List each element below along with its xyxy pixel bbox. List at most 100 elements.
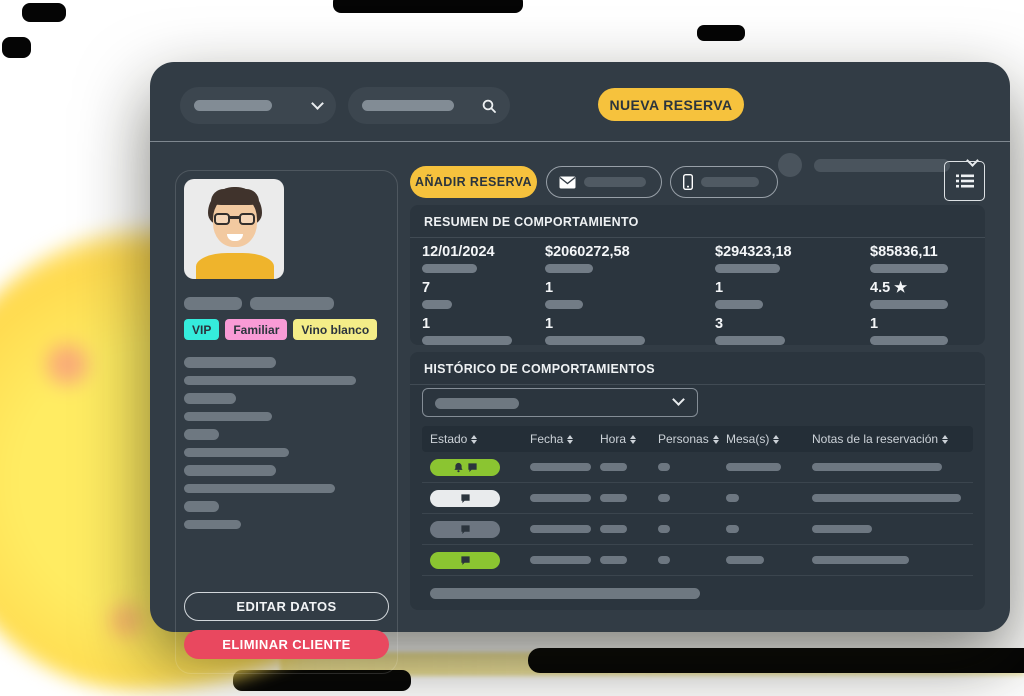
stat-label-placeholder xyxy=(715,300,763,309)
hora-placeholder xyxy=(600,556,627,564)
phone-icon xyxy=(683,174,693,190)
client-tag[interactable]: Vino blanco xyxy=(293,319,377,340)
column-header-fecha[interactable]: Fecha xyxy=(530,432,600,446)
client-tag[interactable]: Familiar xyxy=(225,319,287,340)
table-row[interactable] xyxy=(422,452,973,483)
detail-placeholder xyxy=(184,520,241,529)
client-details xyxy=(184,357,389,537)
pagination-placeholder[interactable] xyxy=(430,588,700,599)
summary-stat: 12/01/2024 xyxy=(422,244,545,273)
sort-icon xyxy=(773,435,779,444)
table-row[interactable] xyxy=(422,483,973,514)
mail-icon xyxy=(559,176,576,189)
fecha-placeholder xyxy=(530,525,591,533)
column-label: Mesa(s) xyxy=(726,432,769,446)
page: { "topbar": { "new_reservation_button": … xyxy=(0,0,1024,696)
summary-stat: $294323,18 xyxy=(715,244,870,273)
sort-icon xyxy=(942,435,948,444)
decorative-shape xyxy=(333,0,523,13)
fecha-placeholder xyxy=(530,463,591,471)
add-reservation-button[interactable]: AÑADIR RESERVA xyxy=(410,166,537,198)
photo-hair xyxy=(211,189,259,205)
search-icon xyxy=(482,99,496,113)
stat-value: 12/01/2024 xyxy=(422,244,545,260)
stat-value: 1 xyxy=(422,316,545,332)
summary-stat: 1 xyxy=(422,316,545,345)
new-reservation-button[interactable]: NUEVA RESERVA xyxy=(598,88,744,121)
client-name-placeholder xyxy=(184,297,242,310)
stat-value: 1 xyxy=(870,316,985,332)
reservations-table: EstadoFechaHoraPersonas Mesa(s) Notas de l… xyxy=(422,426,973,576)
personas-placeholder xyxy=(658,556,670,564)
stat-label-placeholder xyxy=(545,264,593,273)
placeholder-text xyxy=(362,100,454,111)
photo-shirt xyxy=(196,253,274,279)
client-phone-field[interactable] xyxy=(670,166,778,198)
status-badge-confirmed[interactable] xyxy=(430,552,500,569)
phone-placeholder xyxy=(701,177,759,187)
detail-placeholder xyxy=(184,484,335,493)
history-title: HISTÓRICO DE COMPORTAMIENTOS xyxy=(410,352,985,384)
mesa-placeholder xyxy=(726,494,739,502)
client-email-field[interactable] xyxy=(546,166,662,198)
column-header-notas-de-la-reservaci-n[interactable]: Notas de la reservación xyxy=(812,432,973,446)
divider xyxy=(410,384,985,385)
stat-value: $2060272,58 xyxy=(545,244,715,260)
column-header-mesa-s-[interactable]: Mesa(s) xyxy=(726,432,812,446)
stat-value: 1 xyxy=(545,316,715,332)
detail-placeholder xyxy=(184,357,276,368)
edit-client-button[interactable]: EDITAR DATOS xyxy=(184,592,389,621)
stat-label-placeholder xyxy=(870,300,948,309)
status-badge-muted[interactable] xyxy=(430,521,500,538)
stat-value: $294323,18 xyxy=(715,244,870,260)
summary-stats: 12/01/2024$2060272,58$294323,18$85836,11… xyxy=(410,238,985,352)
stat-label-placeholder xyxy=(545,336,645,345)
chat-icon xyxy=(460,524,471,535)
detail-placeholder xyxy=(184,448,289,457)
status-badge-confirmed[interactable] xyxy=(430,459,500,476)
mesa-placeholder xyxy=(726,525,739,533)
user-avatar[interactable] xyxy=(778,153,802,177)
stat-label-placeholder xyxy=(870,336,948,345)
client-tag[interactable]: VIP xyxy=(184,319,219,340)
stat-label-placeholder xyxy=(545,300,583,309)
personas-placeholder xyxy=(658,463,670,471)
stat-label-placeholder xyxy=(422,264,477,273)
stat-value: 4.5 ★ xyxy=(870,280,985,296)
placeholder-text xyxy=(194,100,272,111)
placeholder-text xyxy=(435,398,519,409)
column-label: Personas xyxy=(658,432,709,446)
notas-placeholder xyxy=(812,494,961,502)
personas-placeholder xyxy=(658,494,670,502)
column-label: Notas de la reservación xyxy=(812,432,938,446)
table-row[interactable] xyxy=(422,514,973,545)
detail-placeholder xyxy=(184,501,219,512)
hora-placeholder xyxy=(600,525,627,533)
chat-icon xyxy=(467,462,478,473)
filter-dropdown[interactable] xyxy=(180,87,336,124)
summary-stat: $2060272,58 xyxy=(545,244,715,273)
hora-placeholder xyxy=(600,494,627,502)
photo-glasses xyxy=(239,213,255,225)
decorative-shape xyxy=(2,37,31,58)
sort-icon xyxy=(713,435,719,444)
detail-placeholder xyxy=(184,393,236,404)
history-filter-dropdown[interactable] xyxy=(422,388,698,417)
column-header-hora[interactable]: Hora xyxy=(600,432,658,446)
column-header-estado[interactable]: Estado xyxy=(430,432,530,446)
stat-label-placeholder xyxy=(422,336,512,345)
detail-placeholder xyxy=(184,429,219,440)
table-row[interactable] xyxy=(422,545,973,576)
list-view-button[interactable] xyxy=(944,161,985,201)
stat-value: 3 xyxy=(715,316,870,332)
status-badge-neutral[interactable] xyxy=(430,490,500,507)
sort-icon xyxy=(567,435,573,444)
column-header-personas[interactable]: Personas xyxy=(658,432,726,446)
search-input[interactable] xyxy=(348,87,510,124)
personas-placeholder xyxy=(658,525,670,533)
summary-stat: 7 xyxy=(422,280,545,309)
delete-client-button[interactable]: ELIMINAR CLIENTE xyxy=(184,630,389,659)
client-profile-card: VIP Familiar Vino blanco EDITAR DATOS ELIM… xyxy=(175,170,398,674)
hora-placeholder xyxy=(600,463,627,471)
top-bar: NUEVA RESERVA xyxy=(150,62,1010,142)
